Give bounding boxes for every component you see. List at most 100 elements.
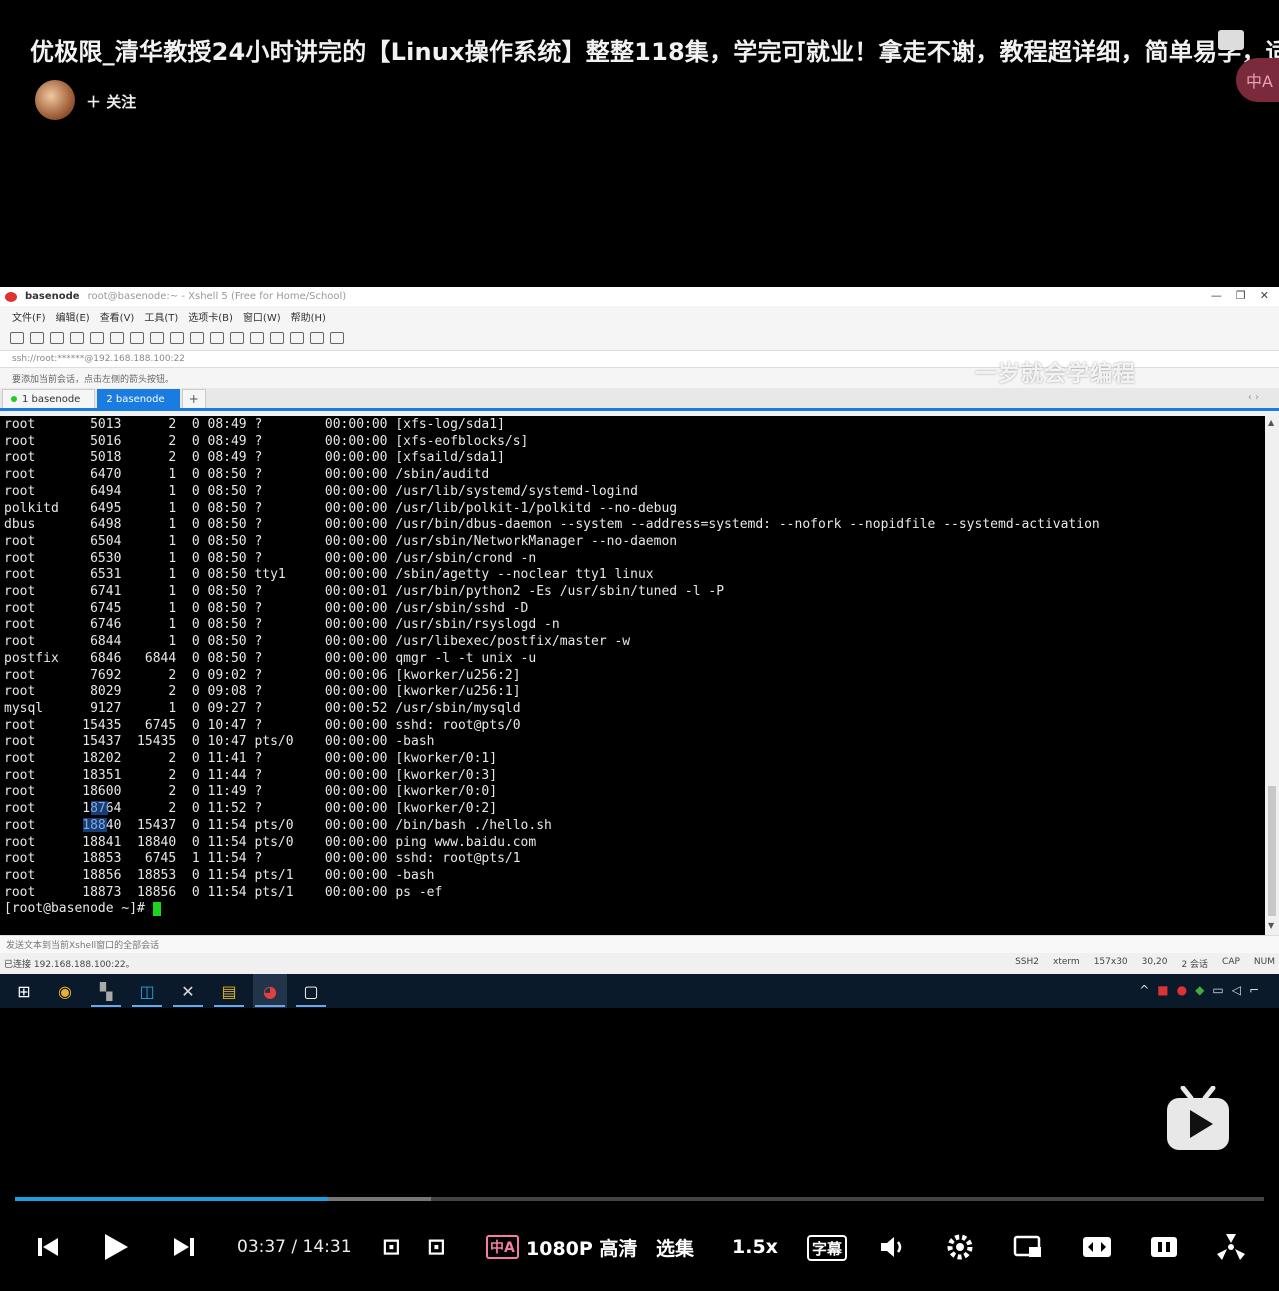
- progress-bar[interactable]: [15, 1197, 1264, 1201]
- tray-ime-icon[interactable]: ⌐: [1249, 983, 1259, 997]
- translate-icon[interactable]: 中A: [1236, 58, 1279, 102]
- subtitle-button[interactable]: 字幕: [807, 1235, 848, 1261]
- pip-icon[interactable]: [1013, 1225, 1043, 1269]
- open-folder-icon[interactable]: [30, 332, 44, 344]
- terminal-type: xterm: [1053, 957, 1080, 967]
- chat-icon[interactable]: [330, 332, 344, 344]
- danmaku-settings-icon[interactable]: ⊡: [427, 1225, 445, 1269]
- menu-tabs[interactable]: 选项卡(B): [188, 309, 233, 324]
- time-separator: /: [291, 1237, 298, 1257]
- send-text-bar[interactable]: 发送文本到当前Xshell窗口的全部会话: [0, 935, 1279, 953]
- caps-indicator: CAP: [1222, 957, 1240, 967]
- menu-view[interactable]: 查看(V): [100, 309, 135, 324]
- menu-tools[interactable]: 工具(T): [144, 309, 178, 324]
- terminal-line: postfix 6846 6844 0 08:50 ? 00:00:00 qmg…: [4, 650, 537, 666]
- xshell-icon[interactable]: ◕: [253, 974, 287, 1008]
- close-icon[interactable]: ✕: [1260, 289, 1269, 302]
- tab-basenode-2[interactable]: 2 basenode: [97, 389, 180, 408]
- num-indicator: NUM: [1253, 957, 1275, 967]
- copy-icon[interactable]: [90, 332, 104, 344]
- danmaku-toggle-icon[interactable]: ⊡: [382, 1225, 400, 1269]
- terminal-line: root 18856 18853 0 11:54 pts/1 00:00:00 …: [4, 867, 435, 883]
- video-title: 优极限_清华教授24小时讲完的【Linux操作系统】整整118集，学完可就业！拿…: [30, 38, 1279, 66]
- reconnect-icon[interactable]: [70, 332, 84, 344]
- fullscreen-icon[interactable]: [1216, 1225, 1246, 1269]
- play-icon[interactable]: [102, 1225, 130, 1269]
- chrome-icon[interactable]: ◉: [48, 974, 82, 1008]
- terminal-line: root 6746 1 0 08:50 ? 00:00:00 /usr/sbin…: [4, 617, 560, 633]
- print-icon[interactable]: [150, 332, 164, 344]
- tray-network-icon[interactable]: ▭: [1212, 983, 1223, 997]
- next-icon[interactable]: [172, 1225, 196, 1269]
- menu-edit[interactable]: 编辑(E): [56, 309, 90, 324]
- window-title: basenode: [25, 291, 80, 302]
- quality-button[interactable]: 1080P 高清: [526, 1225, 637, 1269]
- globe-icon[interactable]: [190, 332, 204, 344]
- protocol: SSH2: [1015, 957, 1039, 967]
- terminal-output: root 5013 2 0 08:49 ? 00:00:00 [xfs-log/…: [0, 416, 1265, 918]
- terminal-scrollbar[interactable]: ▲ ▼: [1265, 416, 1279, 935]
- add-tab-button[interactable]: +: [181, 389, 206, 408]
- tray-up-icon[interactable]: ^: [1139, 983, 1149, 997]
- overlay-box: [1218, 30, 1244, 50]
- tab-label: 2 basenode: [106, 393, 165, 405]
- scroll-down-icon[interactable]: ▼: [1268, 921, 1274, 930]
- paste-icon[interactable]: [110, 332, 124, 344]
- menu-file[interactable]: 文件(F): [12, 309, 46, 324]
- webfullscreen-icon[interactable]: [1150, 1225, 1178, 1269]
- find-icon[interactable]: [130, 332, 144, 344]
- fullscreen-icon[interactable]: [250, 332, 264, 344]
- follow-button[interactable]: ＋ 关注: [86, 91, 136, 112]
- font-icon[interactable]: [210, 332, 224, 344]
- transfer-icon[interactable]: [170, 332, 184, 344]
- terminal-line: root 18351 2 0 11:44 ? 00:00:00 [kworker…: [4, 767, 498, 783]
- tray-color-icon[interactable]: ◆: [1195, 983, 1204, 997]
- terminal[interactable]: root 5013 2 0 08:49 ? 00:00:00 [xfs-log/…: [0, 416, 1265, 935]
- scroll-thumb[interactable]: [1268, 786, 1276, 916]
- send-text-placeholder: 发送文本到当前Xshell窗口的全部会话: [6, 941, 160, 951]
- keyboard-icon[interactable]: [290, 332, 304, 344]
- ai-subtitle-icon[interactable]: 中A: [486, 1235, 519, 1259]
- selection-highlight: [83, 818, 107, 832]
- app-icon[interactable]: ▚: [89, 974, 123, 1008]
- menu-window[interactable]: 窗口(W): [243, 309, 281, 324]
- tray-app-icon[interactable]: ■: [1157, 983, 1168, 997]
- settings-gear-icon[interactable]: [946, 1225, 974, 1269]
- volume-icon[interactable]: [879, 1225, 907, 1269]
- notepad-icon[interactable]: ▢: [294, 974, 328, 1008]
- status-bar: 已连接 192.168.188.100:22。 SSH2 xterm 157x3…: [0, 953, 1279, 974]
- tv-play-icon[interactable]: [1165, 1086, 1231, 1152]
- xftp-icon[interactable]: ✕: [171, 974, 205, 1008]
- tab-basenode-1[interactable]: 1 basenode: [2, 389, 96, 408]
- terminal-line: root 6494 1 0 08:50 ? 00:00:00 /usr/lib/…: [4, 483, 638, 499]
- minimize-icon[interactable]: —: [1211, 289, 1222, 302]
- ai-subtitle-glyph: 中A: [486, 1235, 519, 1259]
- maximize-icon[interactable]: ❐: [1236, 289, 1246, 302]
- windows-start-icon[interactable]: ⊞: [7, 974, 41, 1008]
- lock-icon[interactable]: [270, 332, 284, 344]
- terminal-line: root 6844 1 0 08:50 ? 00:00:00 /usr/libe…: [4, 634, 631, 650]
- terminal-line: root 6741 1 0 08:50 ? 00:00:01 /usr/bin/…: [4, 584, 725, 600]
- tab-scroll-icon[interactable]: ‹ ›: [1248, 392, 1259, 403]
- speed-button[interactable]: 1.5x: [732, 1225, 778, 1269]
- menu-bar: 文件(F) 编辑(E) 查看(V) 工具(T) 选项卡(B) 窗口(W) 帮助(…: [0, 306, 1279, 326]
- terminal-line: root 15435 6745 0 10:47 ? 00:00:00 sshd:…: [4, 717, 521, 733]
- menu-help[interactable]: 帮助(H): [291, 309, 326, 324]
- tray-volume-icon[interactable]: ◁: [1232, 983, 1241, 997]
- script-icon[interactable]: [230, 332, 244, 344]
- widescreen-icon[interactable]: [1082, 1225, 1112, 1269]
- tray-record-icon[interactable]: ●: [1177, 983, 1187, 997]
- previous-icon[interactable]: [36, 1225, 60, 1269]
- new-session-icon[interactable]: [10, 332, 24, 344]
- help-icon[interactable]: [310, 332, 324, 344]
- xshell-window: basenode root@basenode:~ - Xshell 5 (Fre…: [0, 287, 1279, 974]
- scroll-up-icon[interactable]: ▲: [1268, 418, 1274, 427]
- duration: 14:31: [302, 1237, 352, 1257]
- terminal-line: root 5016 2 0 08:49 ? 00:00:00 [xfs-eofb…: [4, 433, 529, 449]
- episodes-button[interactable]: 选集: [656, 1225, 694, 1269]
- played-bar: [15, 1197, 329, 1201]
- avatar[interactable]: [35, 80, 75, 120]
- editor-icon[interactable]: ▤: [212, 974, 246, 1008]
- link-icon[interactable]: [50, 332, 64, 344]
- vm-icon[interactable]: ◫: [130, 974, 164, 1008]
